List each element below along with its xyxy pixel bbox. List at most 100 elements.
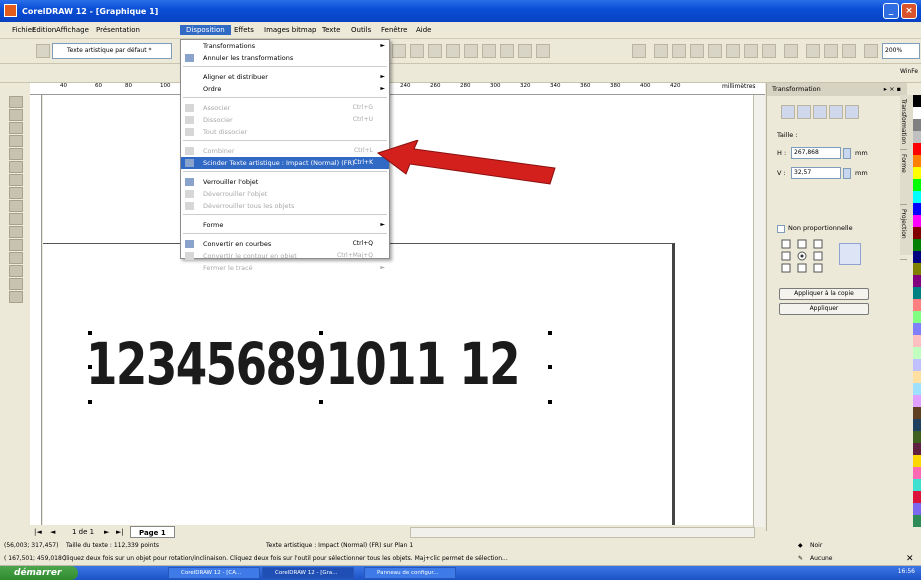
rotate-icon[interactable] [797,105,811,119]
selection-handle[interactable] [88,331,92,335]
vertical-scrollbar[interactable] [753,95,765,527]
menu-outils[interactable]: Outils [345,25,377,35]
color-swatch[interactable] [913,119,921,131]
menu-fenêtre[interactable]: Fenêtre [375,25,413,35]
interactive-fill-icon[interactable] [9,291,23,303]
menu-disposition[interactable]: Disposition [180,25,231,35]
zoom-tool-icon[interactable] [9,135,23,147]
menu-item-scinder[interactable]: Scinder Texte artistique : Impact (Norma… [181,157,389,169]
italic-icon[interactable] [410,44,424,58]
color-swatch[interactable] [913,455,921,467]
ellipse-tool-icon[interactable] [9,187,23,199]
color-swatch[interactable] [913,107,921,119]
paragraph-icon[interactable] [518,44,532,58]
copy-icon[interactable] [726,44,740,58]
color-swatch[interactable] [913,239,921,251]
first-page-icon[interactable]: |◄ [34,525,42,539]
start-button[interactable]: démarrer [0,566,78,580]
prev-page-icon[interactable]: ◄ [50,525,55,539]
close-icon[interactable]: × [901,3,917,19]
bold-icon[interactable] [392,44,406,58]
color-swatch[interactable] [913,347,921,359]
h-field[interactable]: 267,868 [791,147,841,159]
horizontal-scrollbar[interactable] [410,527,755,538]
color-swatch[interactable] [913,503,921,515]
artistic-text-object[interactable]: 123456891011 12 [86,331,521,397]
last-page-icon[interactable]: ►| [116,525,124,539]
position-icon[interactable] [781,105,795,119]
non-proportional-checkbox[interactable] [777,225,785,233]
export-icon[interactable] [824,44,838,58]
menu-texte[interactable]: Texte [316,25,346,35]
smart-fill-icon[interactable] [9,161,23,173]
color-swatch[interactable] [913,443,921,455]
color-swatch[interactable] [913,467,921,479]
color-swatch[interactable] [913,131,921,143]
eyedropper-icon[interactable] [9,252,23,264]
font-format-icon[interactable] [536,44,550,58]
polygon-tool-icon[interactable] [9,200,23,212]
side-tab-forme[interactable]: Forme [900,150,907,205]
basic-shapes-icon[interactable] [9,213,23,225]
scale-icon[interactable] [813,105,827,119]
next-page-icon[interactable]: ► [104,525,109,539]
menu-effets[interactable]: Effets [228,25,260,35]
menu-item-forme[interactable]: Forme ► [181,219,389,231]
selection-handle[interactable] [319,400,323,404]
color-swatch[interactable] [913,167,921,179]
color-swatch[interactable] [913,299,921,311]
color-swatch[interactable] [913,431,921,443]
color-swatch[interactable] [913,191,921,203]
columns-icon[interactable] [500,44,514,58]
color-swatch[interactable] [913,395,921,407]
color-swatch[interactable] [913,287,921,299]
color-swatch[interactable] [913,407,921,419]
minimize-icon[interactable]: _ [883,3,899,19]
menu-item-transformations[interactable]: Transformations ► [181,40,389,52]
open-icon[interactable] [672,44,686,58]
menu-item-verrouiller[interactable]: Verrouiller l'objet [181,176,389,188]
color-swatch[interactable] [913,419,921,431]
side-tab-transformation[interactable]: Transformation [900,95,907,150]
cut-icon[interactable] [708,44,722,58]
menu-aide[interactable]: Aide [410,25,437,35]
color-swatch[interactable] [913,323,921,335]
color-swatch[interactable] [913,227,921,239]
app-launcher-icon[interactable] [842,44,856,58]
outline-tool-icon[interactable] [9,265,23,277]
color-swatch[interactable] [913,215,921,227]
menu-item-ordre[interactable]: Ordre ► [181,83,389,95]
docker-close-icon[interactable]: ▸ × ▪ [884,83,901,96]
h-spinner-icon[interactable] [843,148,851,159]
skew-icon[interactable] [845,105,859,119]
color-swatch[interactable] [913,251,921,263]
menu-item-aligner[interactable]: Aligner et distribuer ► [181,71,389,83]
save-icon[interactable] [690,44,704,58]
selection-handle[interactable] [548,400,552,404]
color-swatch[interactable] [913,335,921,347]
page-tab[interactable]: Page 1 [130,526,175,538]
color-swatch[interactable] [913,371,921,383]
taskbar-task[interactable]: CorelDRAW 12 - [CA... [168,567,260,579]
selection-handle[interactable] [88,365,92,369]
fill-tool-icon[interactable] [9,278,23,290]
selection-handle[interactable] [548,331,552,335]
color-swatch[interactable] [913,95,921,107]
v-field[interactable]: 32,57 [791,167,841,179]
apply-button[interactable]: Appliquer [779,303,869,315]
import-icon[interactable] [806,44,820,58]
color-swatch[interactable] [913,275,921,287]
corel-online-icon[interactable] [864,44,878,58]
zoom-combo[interactable]: 200% [882,43,920,59]
new-icon[interactable] [654,44,668,58]
align-icon[interactable] [446,44,460,58]
pick-tool-icon[interactable] [9,96,23,108]
selection-handle[interactable] [319,331,323,335]
underline-icon[interactable] [428,44,442,58]
text-tool-icon[interactable] [9,226,23,238]
color-swatch[interactable] [913,203,921,215]
interactive-blend-icon[interactable] [9,239,23,251]
text-style-combo[interactable]: Texte artistique par défaut * [52,43,172,59]
selection-handle[interactable] [88,400,92,404]
size-icon[interactable] [829,105,843,119]
